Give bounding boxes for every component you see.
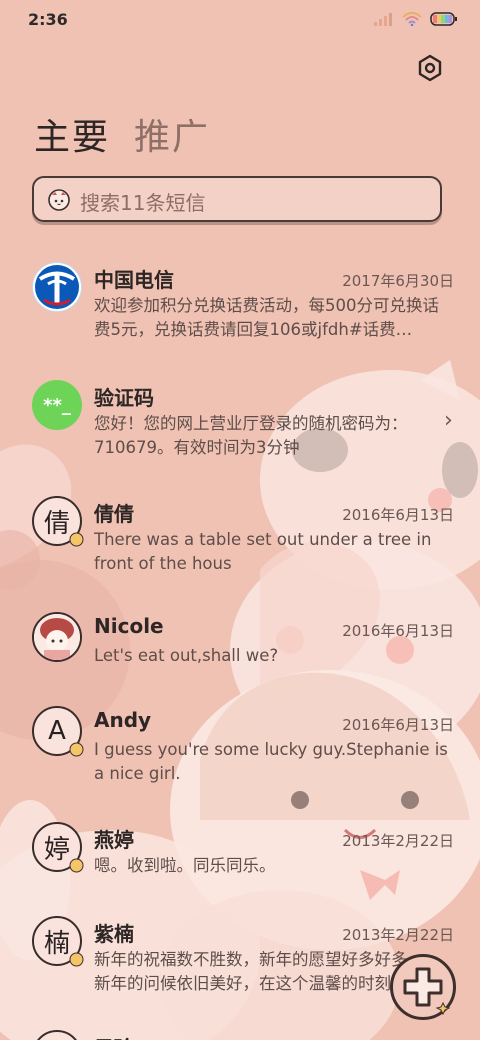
- message-preview: Let's eat out,shall we?: [94, 646, 279, 665]
- telecom-icon: [35, 265, 79, 309]
- plus-icon: [403, 967, 451, 1016]
- status-bar: 2:36: [0, 0, 480, 40]
- cat-paw-icon: [69, 858, 84, 873]
- search-input[interactable]: 搜索11条短信: [80, 187, 205, 216]
- avatar: 倩: [32, 496, 84, 547]
- message-preview: 您好！您的网上营业厅登录的随机密码为：710679。有效时间为3分钟: [94, 414, 408, 457]
- girl-avatar-icon: [34, 614, 80, 660]
- contact-name: 中国电信: [94, 268, 174, 292]
- contact-name: 倩倩: [94, 502, 134, 526]
- cat-paw-icon: [69, 532, 84, 547]
- rainbow-battery-icon: [430, 12, 457, 26]
- cat-icon: [48, 189, 70, 211]
- contact-name: 验证码: [94, 386, 154, 410]
- new-message-button[interactable]: [390, 954, 456, 1020]
- conversation-item[interactable]: **_ 验证码 您好！您的网上营业厅登录的随机密码为：710679。有效时间为3…: [0, 380, 480, 470]
- message-preview: There was a table set out under a tree i…: [94, 530, 432, 573]
- cat-paw-icon: [69, 742, 84, 757]
- contact-name: Andy: [94, 708, 152, 732]
- cat-paw-icon: [69, 952, 84, 967]
- tab-bar: 主要 推广: [34, 108, 210, 160]
- wifi-icon: [402, 12, 422, 26]
- avatar-letter: A: [48, 716, 66, 746]
- contact-name: Nicole: [94, 614, 164, 638]
- conversation-item[interactable]: Nicole 2016年6月13日 Let's eat out,shall we…: [0, 612, 480, 682]
- status-time: 2:36: [28, 10, 68, 29]
- verification-code-avatar: **_: [32, 380, 82, 430]
- status-icons: [374, 12, 458, 26]
- contact-name: 燕婷: [94, 828, 134, 852]
- signal-icon: [374, 13, 392, 26]
- conversation-item[interactable]: 倩 倩倩 2016年6月13日 There was a table set ou…: [0, 496, 480, 586]
- message-date: 2013年2月22日: [342, 832, 454, 850]
- avatar-letter: 婷: [43, 834, 70, 865]
- girl-photo-avatar: [32, 612, 82, 662]
- conversation-item[interactable]: 婷 燕婷 2013年2月22日 嗯。收到啦。同乐同乐。: [0, 822, 480, 892]
- message-preview: I guess you're some lucky guy.Stephanie …: [94, 740, 448, 783]
- gear-icon: [418, 54, 442, 82]
- search-bar[interactable]: 搜索11条短信: [32, 176, 442, 222]
- avatar: 玲: [32, 1030, 82, 1040]
- avatar-letter: 倩: [43, 508, 70, 539]
- avatar-letter: 楠: [43, 928, 70, 959]
- conversation-item[interactable]: 玲 子玲: [0, 1030, 480, 1040]
- avatar: 婷: [32, 822, 84, 873]
- avatar-letter: 玲: [44, 1037, 70, 1040]
- message-preview: 新年的祝福数不胜数，新年的愿望好多好多，新年的问候依旧美好，在这个温馨的时刻: [94, 950, 424, 993]
- conversation-item[interactable]: A Andy 2016年6月13日 I guess you're some lu…: [0, 706, 480, 796]
- message-date: 2017年6月30日: [342, 272, 454, 290]
- tab-primary[interactable]: 主要: [34, 108, 110, 160]
- conversation-item[interactable]: 中国电信 2017年6月30日 欢迎参加积分兑换话费活动，每500分可兑换话费5…: [0, 262, 480, 362]
- message-date: 2016年6月13日: [342, 716, 454, 734]
- avatar: 楠: [32, 916, 84, 967]
- avatar: A: [32, 706, 84, 757]
- message-preview: 嗯。收到啦。同乐同乐。: [94, 856, 276, 875]
- settings-button[interactable]: [414, 52, 446, 84]
- tab-promotions[interactable]: 推广: [134, 108, 210, 160]
- message-date: 2016年6月13日: [342, 622, 454, 640]
- message-date: 2016年6月13日: [342, 506, 454, 524]
- message-date: 2013年2月22日: [342, 926, 454, 944]
- chevron-right-icon: ›: [444, 408, 453, 433]
- china-telecom-logo: [32, 262, 82, 312]
- message-preview: 欢迎参加积分兑换话费活动，每500分可兑换话费5元，兑换话费请回复106或jfd…: [94, 296, 439, 339]
- contact-name: 紫楠: [94, 922, 134, 946]
- contact-name: 子玲: [94, 1032, 134, 1040]
